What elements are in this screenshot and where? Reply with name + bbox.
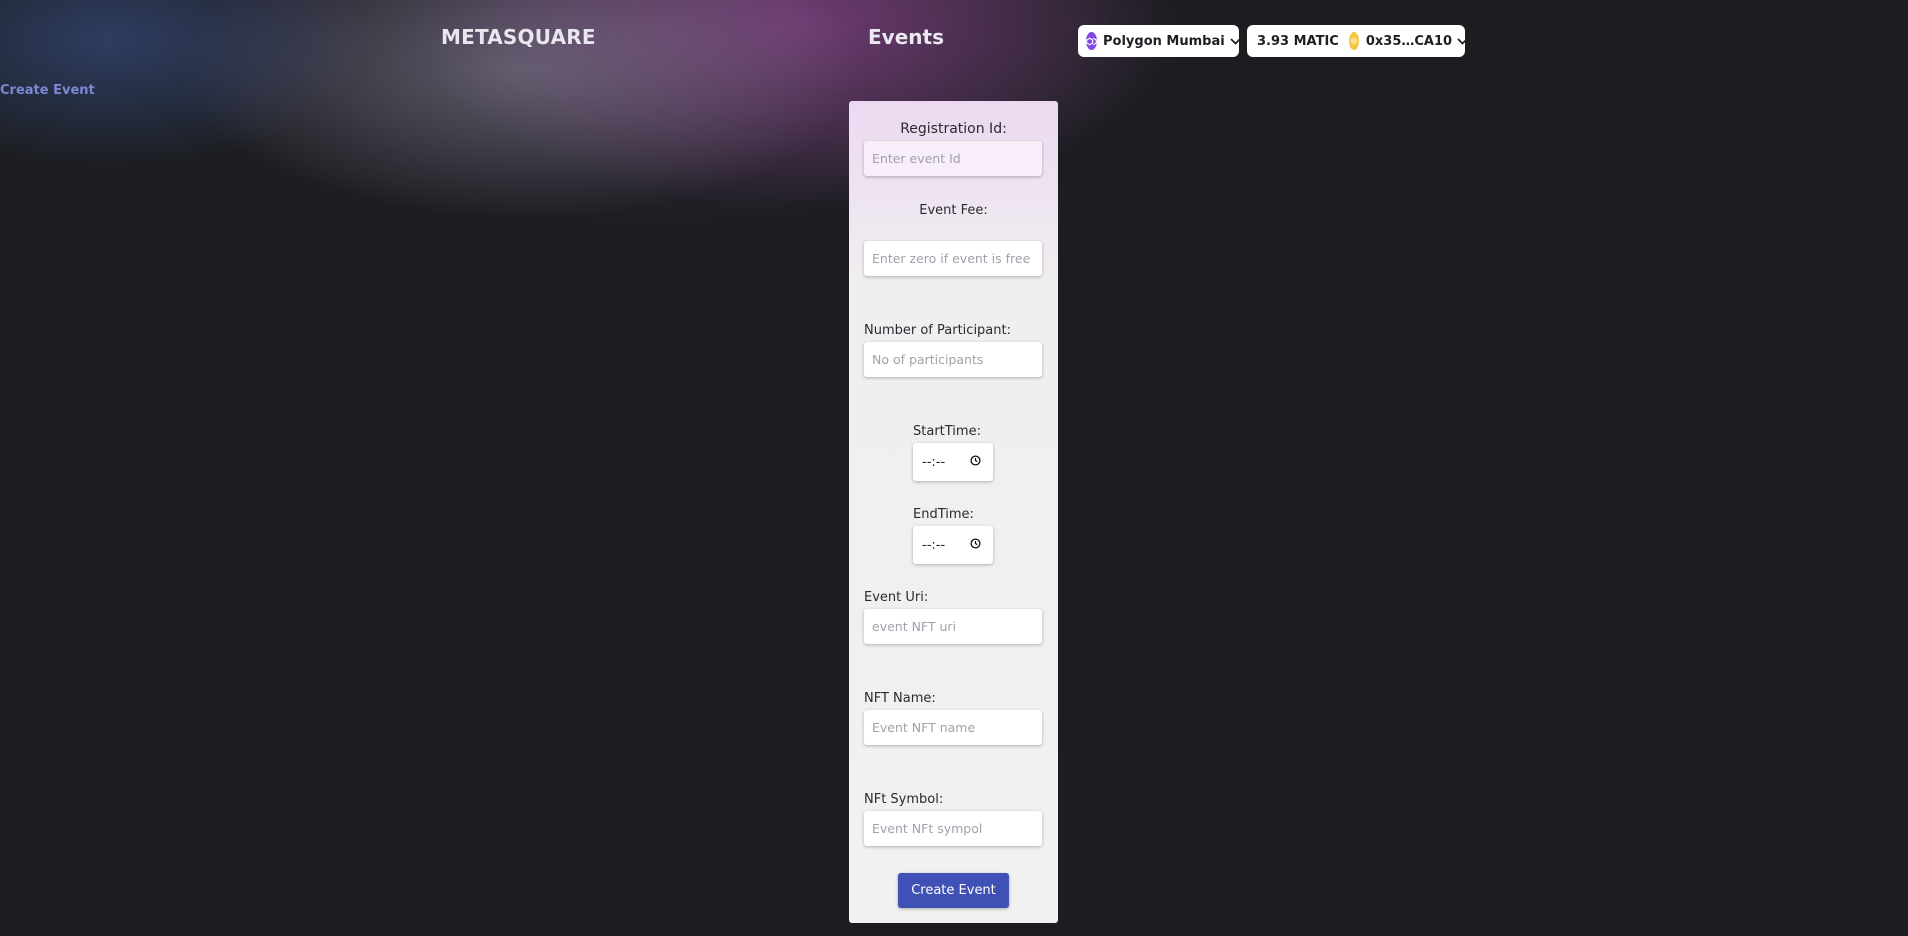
participants-input[interactable] <box>864 342 1042 377</box>
network-label: Polygon Mumbai <box>1103 33 1225 49</box>
nft-symbol-input[interactable] <box>864 811 1042 846</box>
polygon-icon <box>1086 32 1097 50</box>
wallet-button[interactable]: 3.93 MATIC 0x35…CA10 <box>1247 25 1468 57</box>
end-time-value: --:-- <box>922 537 946 553</box>
event-fee-label: Event Fee: <box>919 203 988 218</box>
page-title: Events <box>868 25 944 49</box>
chevron-down-icon <box>1230 37 1241 45</box>
start-time-value: --:-- <box>922 454 946 470</box>
wallet-address: 0x35…CA10 <box>1365 33 1453 49</box>
create-event-link[interactable]: Create Event <box>0 83 95 98</box>
create-event-button[interactable]: Create Event <box>898 873 1009 908</box>
start-time-label: StartTime: <box>913 424 981 439</box>
end-time-label: EndTime: <box>913 507 974 522</box>
avatar-icon <box>1348 32 1359 50</box>
registration-id-input[interactable] <box>864 141 1042 176</box>
event-uri-input[interactable] <box>864 609 1042 644</box>
event-uri-label: Event Uri: <box>864 590 929 605</box>
participants-label: Number of Participant: <box>864 323 1011 338</box>
registration-id-label: Registration Id: <box>900 121 1007 137</box>
start-time-input[interactable]: --:-- <box>913 443 993 481</box>
clock-icon <box>970 537 981 553</box>
event-fee-input[interactable] <box>864 241 1042 276</box>
create-event-form: Registration Id: Event Fee: Number of Pa… <box>849 101 1058 923</box>
nft-name-input[interactable] <box>864 710 1042 745</box>
wallet-balance: 3.93 MATIC <box>1257 33 1339 49</box>
end-time-input[interactable]: --:-- <box>913 526 993 564</box>
nft-name-label: NFT Name: <box>864 691 936 706</box>
chevron-down-icon <box>1457 37 1468 45</box>
brand-logo: METASQUARE <box>441 25 596 49</box>
clock-icon <box>970 454 981 470</box>
network-selector[interactable]: Polygon Mumbai <box>1078 25 1241 57</box>
nft-symbol-label: NFt Symbol: <box>864 792 944 807</box>
